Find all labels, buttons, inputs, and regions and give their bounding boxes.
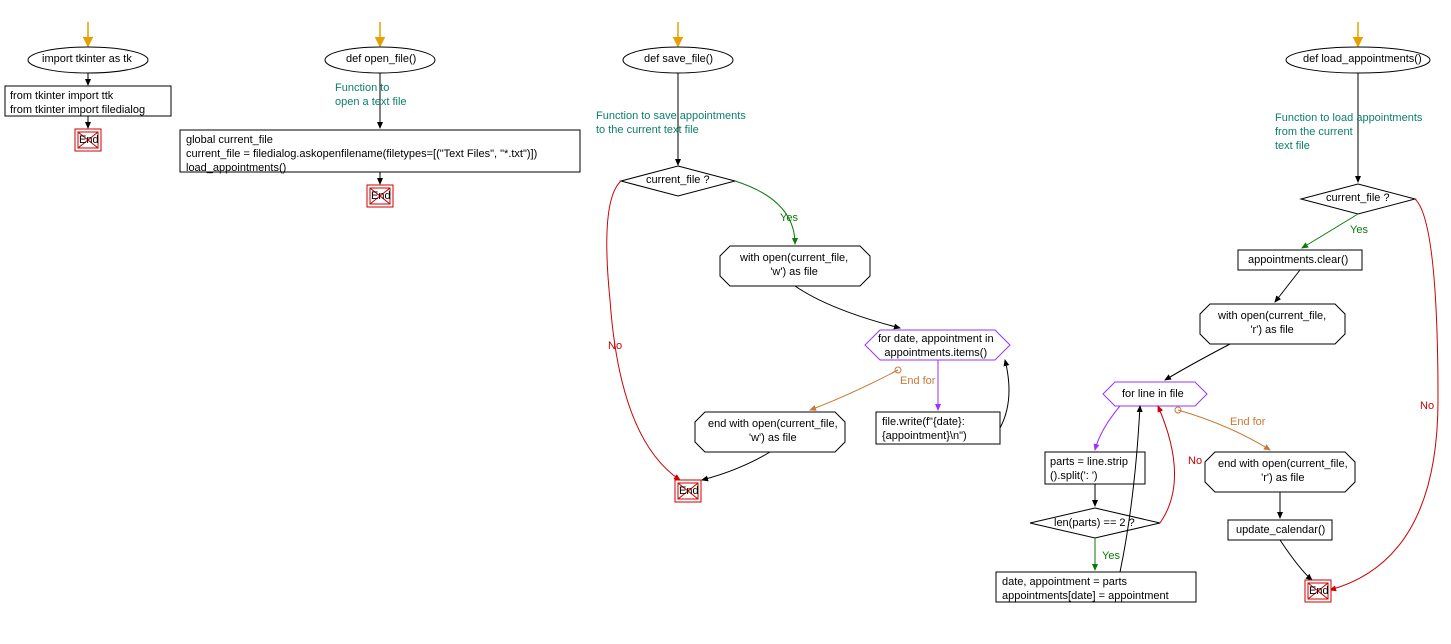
col4-for: for line in file	[1122, 388, 1184, 402]
col4-decision: current_file ?	[1326, 192, 1390, 206]
col3-comment: Function to save appointments to the cur…	[596, 110, 746, 138]
col3-with: with open(current_file, 'w') as file	[740, 252, 848, 280]
col4-yes: Yes	[1350, 224, 1368, 236]
col3-no: No	[608, 340, 622, 352]
col4-end: End	[1309, 585, 1329, 599]
col4-update: update_calendar()	[1236, 524, 1325, 538]
col3-for: for date, appointment in appointments.it…	[878, 333, 994, 361]
col4-with: with open(current_file, 'r') as file	[1218, 310, 1326, 338]
col4-len: len(parts) == 2 ?	[1054, 517, 1135, 531]
col3-yes: Yes	[780, 212, 798, 224]
col2-start: def open_file()	[346, 53, 416, 67]
col4-start: def load_appointments()	[1303, 53, 1422, 67]
col2-code: global current_file current_file = filed…	[186, 134, 537, 175]
col4-no2: No	[1188, 455, 1202, 467]
col3-endwith: end with open(current_file, 'w') as file	[708, 418, 838, 446]
col1-code: from tkinter import ttk from tkinter imp…	[10, 90, 145, 118]
col4-clear: appointments.clear()	[1248, 254, 1348, 268]
col4-endfor: End for	[1230, 416, 1265, 428]
col4-no: No	[1420, 400, 1434, 412]
col3-endfor: End for	[900, 375, 935, 387]
col3-start: def save_file()	[644, 53, 713, 67]
col4-assign: date, appointment = parts appointments[d…	[1002, 576, 1169, 604]
col1-start: import tkinter as tk	[42, 53, 132, 67]
col3-end: End	[679, 485, 699, 499]
col4-comment: Function to load appointments from the c…	[1275, 112, 1422, 153]
col3-decision: current_file ?	[646, 174, 710, 188]
col2-comment: Function to open a text file	[335, 82, 407, 110]
col4-endwith: end with open(current_file, 'r') as file	[1218, 458, 1348, 486]
col3-write: file.write(f"{date}: {appointment}\n")	[882, 416, 967, 444]
col4-parts: parts = line.strip ().split(': ')	[1050, 456, 1128, 484]
col1-end: End	[79, 134, 99, 148]
col4-yes2: Yes	[1102, 550, 1120, 562]
col2-end: End	[371, 190, 391, 204]
